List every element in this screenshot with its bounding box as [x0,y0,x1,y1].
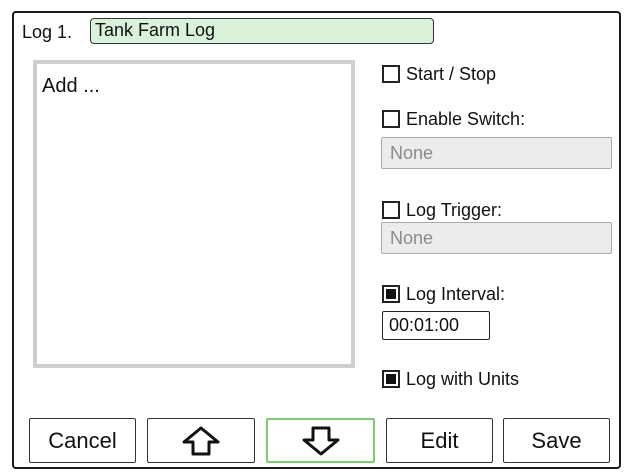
log-interval-checkbox[interactable] [382,285,400,303]
log-interval-option[interactable]: Log Interval: [382,283,505,305]
log-channel-list[interactable]: Add ... [33,60,355,368]
log-number-label: Log 1. [22,22,73,42]
start-stop-option[interactable]: Start / Stop [382,63,496,85]
log-trigger-field: None [381,222,612,254]
log-name-field[interactable]: Tank Farm Log [90,18,434,44]
log-with-units-label: Log with Units [406,369,520,389]
log-trigger-option[interactable]: Log Trigger: [382,199,502,221]
cancel-button[interactable]: Cancel [29,418,136,463]
log-interval-label: Log Interval: [406,284,506,304]
list-item-add[interactable]: Add ... [42,74,100,98]
log-trigger-label: Log Trigger: [406,200,503,220]
enable-switch-label: Enable Switch: [406,109,526,129]
enable-switch-checkbox[interactable] [382,110,400,128]
log-with-units-checkbox[interactable] [382,370,400,388]
start-stop-checkbox[interactable] [382,65,400,83]
move-up-button[interactable] [147,418,255,463]
enable-switch-option[interactable]: Enable Switch: [382,108,525,130]
arrow-down-icon [302,426,339,455]
log-trigger-checkbox[interactable] [382,201,400,219]
enable-switch-field: None [381,137,612,169]
edit-button[interactable]: Edit [386,418,493,463]
start-stop-label: Start / Stop [406,64,497,84]
log-interval-field[interactable]: 00:01:00 [382,311,490,340]
save-button[interactable]: Save [503,418,610,463]
arrow-up-icon [182,426,220,455]
log-with-units-option[interactable]: Log with Units [382,368,519,390]
move-down-button[interactable] [266,418,375,463]
